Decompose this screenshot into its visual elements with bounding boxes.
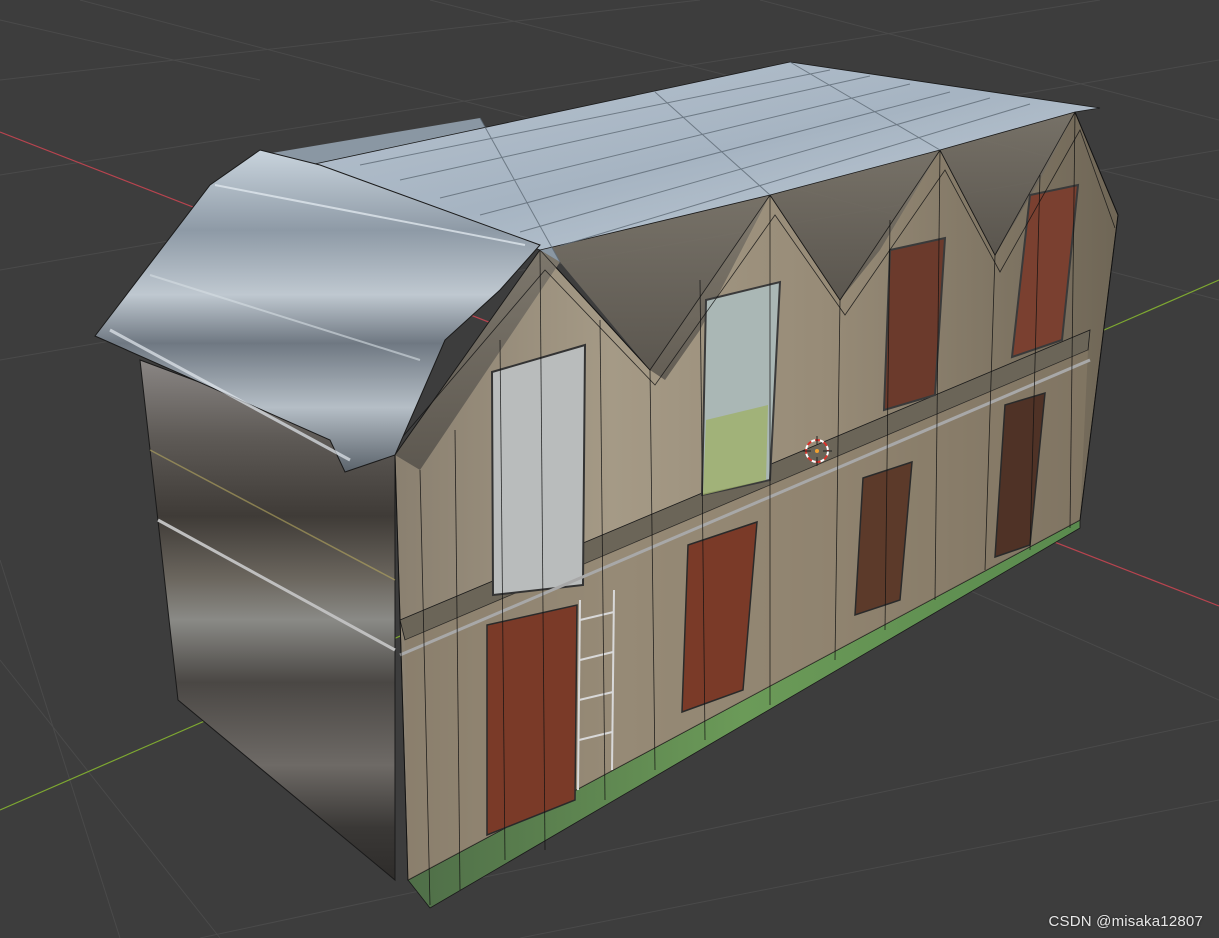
upper-door-panel	[490, 343, 587, 597]
3d-viewport[interactable]: CSDN @misaka12807	[0, 0, 1219, 938]
scene-canvas[interactable]	[0, 0, 1219, 938]
building-mesh	[94, 61, 1119, 909]
ground-door-1	[486, 604, 578, 837]
watermark-text: CSDN @misaka12807	[1048, 913, 1203, 930]
upper-window-3	[882, 236, 947, 412]
